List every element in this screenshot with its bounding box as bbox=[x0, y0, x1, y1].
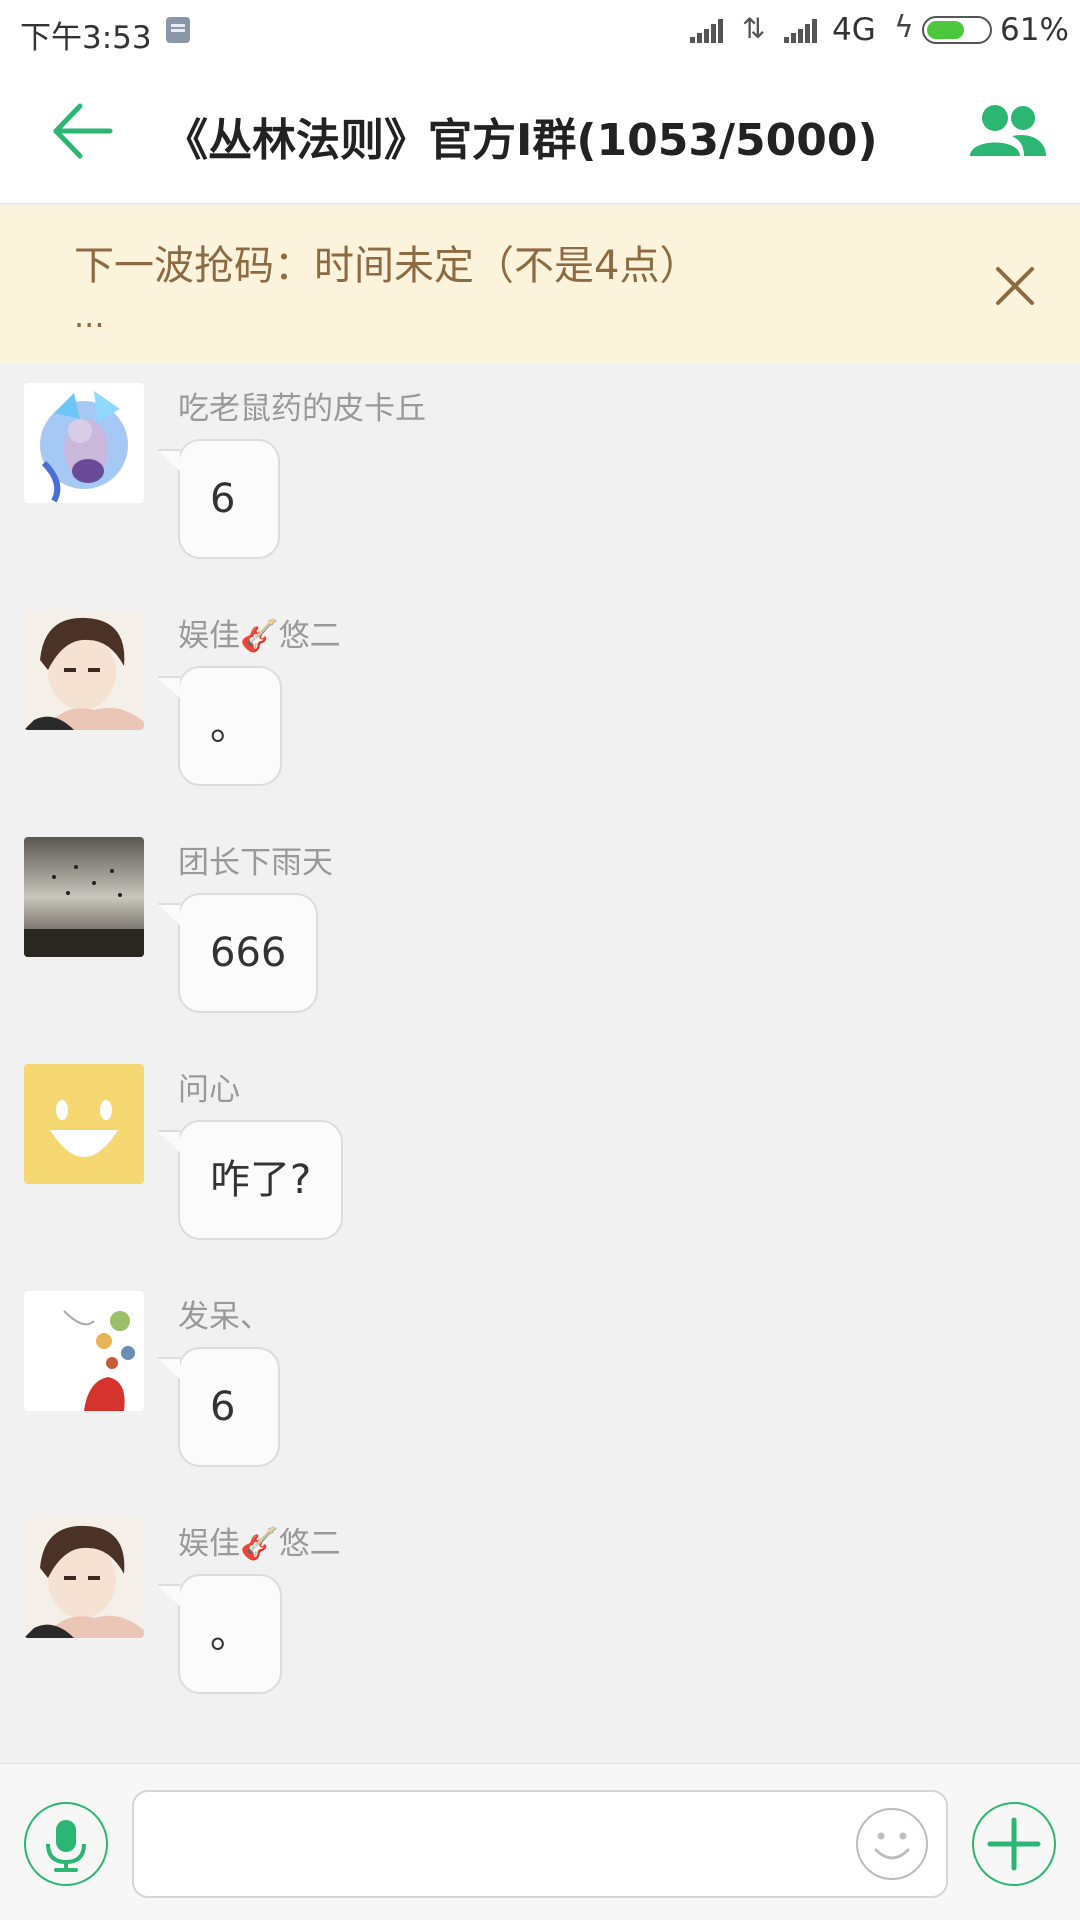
group-notice[interactable]: 下一波抢码：时间未定（不是4点） ... bbox=[0, 205, 1080, 363]
group-members-button[interactable] bbox=[968, 102, 1048, 162]
back-button[interactable] bbox=[48, 96, 118, 166]
more-actions-button[interactable] bbox=[972, 1802, 1056, 1886]
plus-icon bbox=[987, 1817, 1041, 1871]
message-item: 娱佳🎸悠二 。 bbox=[0, 1498, 1080, 1698]
microphone-icon bbox=[46, 1820, 86, 1872]
sender-name: 娱佳🎸悠二 bbox=[178, 618, 341, 654]
signal-strength-icon bbox=[690, 17, 730, 43]
message-bubble[interactable]: 6 bbox=[158, 1347, 280, 1467]
anime-boy-avatar[interactable] bbox=[24, 610, 144, 730]
message-item: 团长下雨天 666 bbox=[0, 817, 1080, 1017]
sender-name: 娱佳🎸悠二 bbox=[178, 1526, 341, 1562]
sender-name: 发呆、 bbox=[178, 1299, 271, 1335]
smiley-face-icon bbox=[874, 1832, 910, 1860]
group-members-icon bbox=[970, 105, 1046, 156]
message-bubble[interactable]: 。 bbox=[158, 1574, 282, 1694]
message-item: 吃老鼠药的皮卡丘 6 bbox=[0, 363, 1080, 563]
data-transfer-icon: ⇅ bbox=[742, 12, 766, 45]
network-type: 4G bbox=[832, 12, 876, 48]
status-bar: 下午3:53 ⇅ 4G ϟ 61% bbox=[0, 0, 1080, 62]
message-item: 娱佳🎸悠二 。 bbox=[0, 590, 1080, 790]
battery-fill bbox=[927, 21, 964, 39]
message-bubble[interactable]: 6 bbox=[158, 439, 280, 559]
input-bar bbox=[0, 1763, 1080, 1920]
battery-percent: 61% bbox=[1000, 12, 1069, 48]
painting-avatar[interactable] bbox=[24, 1291, 144, 1411]
smiley-avatar[interactable] bbox=[24, 1064, 144, 1184]
message-bubble[interactable]: 。 bbox=[158, 666, 282, 786]
mewtwo-avatar[interactable] bbox=[24, 383, 144, 503]
sender-name: 吃老鼠药的皮卡丘 bbox=[178, 391, 426, 427]
sender-name: 团长下雨天 bbox=[178, 845, 333, 881]
arrow-left-icon bbox=[53, 103, 113, 159]
signal-strength-icon-2 bbox=[784, 17, 824, 43]
battery-icon bbox=[922, 16, 992, 44]
notes-icon bbox=[166, 17, 190, 43]
notice-text: 下一波抢码：时间未定（不是4点） bbox=[74, 243, 700, 289]
close-icon bbox=[996, 267, 1034, 305]
notice-more: ... bbox=[74, 297, 105, 335]
message-bubble[interactable]: 666 bbox=[157, 893, 319, 1013]
message-item: 问心 咋了? bbox=[0, 1044, 1080, 1244]
sender-name: 问心 bbox=[178, 1072, 240, 1108]
charging-icon: ϟ bbox=[894, 10, 914, 45]
status-time: 下午3:53 bbox=[20, 20, 152, 56]
message-list[interactable]: 吃老鼠药的皮卡丘 6 娱佳🎸悠二 。 团长下雨天 666 问心 咋了? 发呆、 … bbox=[0, 363, 1080, 1763]
voice-button[interactable] bbox=[24, 1802, 108, 1886]
message-bubble[interactable]: 咋了? bbox=[157, 1120, 344, 1240]
message-item: 发呆、 6 bbox=[0, 1271, 1080, 1471]
stormy-sky-avatar[interactable] bbox=[24, 837, 144, 957]
anime-boy-avatar[interactable] bbox=[24, 1518, 144, 1638]
page-title: 《丛林法则》官方I群(1053/5000) bbox=[164, 115, 878, 166]
chat-header: 《丛林法则》官方I群(1053/5000) bbox=[0, 62, 1080, 204]
emoji-button[interactable] bbox=[856, 1808, 928, 1880]
message-input[interactable] bbox=[132, 1790, 948, 1898]
notice-close-button[interactable] bbox=[992, 263, 1038, 309]
